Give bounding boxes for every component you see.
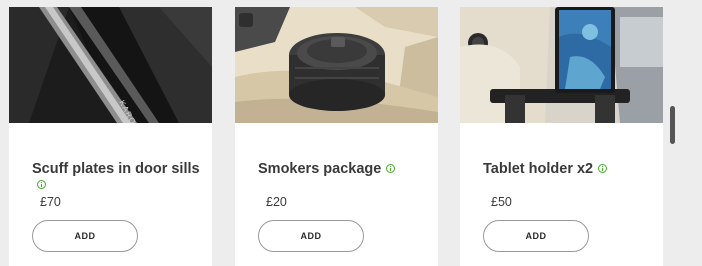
info-icon[interactable] [37,179,46,189]
accessory-card-scuff-plates: KAROQ Scuff plates in door sills £70 ADD [9,7,212,266]
scuff-plates-image: KAROQ [9,7,212,123]
smokers-package-image [235,7,438,123]
info-icon[interactable] [598,163,608,173]
tablet-holder-image [460,7,663,123]
accessory-title: Smokers package [258,161,428,177]
accessory-title-text: Tablet holder x2 [483,161,594,177]
accessory-price: £50 [491,195,512,209]
info-icon[interactable] [386,163,396,173]
add-button[interactable]: ADD [483,220,589,252]
accessory-title: Scuff plates in door sills [32,161,202,193]
accessory-card-smokers-package: Smokers package £20 ADD [235,7,438,266]
accessories-viewport: KAROQ Scuff plates in door sills £70 ADD [0,0,702,266]
accessory-title-text: Scuff plates in door sills [32,161,200,177]
accessory-price: £70 [40,195,61,209]
accessory-price: £20 [266,195,287,209]
accessory-title-text: Smokers package [258,161,382,177]
accessory-card-tablet-holder: Tablet holder x2 £50 ADD [460,7,663,266]
add-button[interactable]: ADD [258,220,364,252]
add-button[interactable]: ADD [32,220,138,252]
scrollbar-thumb[interactable] [670,106,675,144]
accessory-title: Tablet holder x2 [483,161,653,177]
